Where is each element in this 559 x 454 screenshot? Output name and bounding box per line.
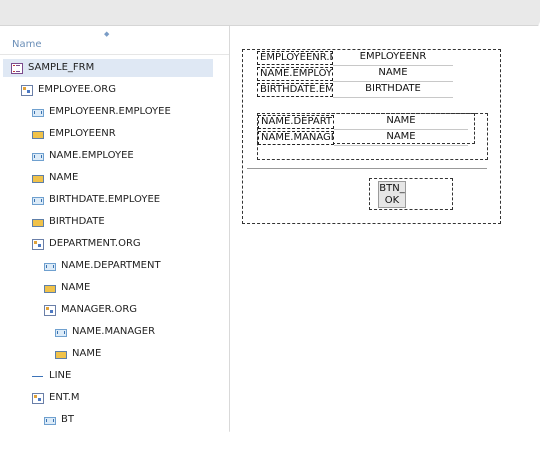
sort-arrow-icon: ◆ — [104, 30, 110, 38]
label-icon — [32, 109, 44, 117]
title-bar — [0, 0, 540, 26]
tree-item-label: NAME — [72, 348, 102, 359]
field-icon — [44, 285, 56, 293]
tree-item-label: EMPLOYEE.ORG — [38, 84, 117, 95]
tree-item-ent-m[interactable]: ENT.M — [0, 389, 229, 407]
tree-item-employeenr-employee[interactable]: EMPLOYEENR.EMPLOYEE — [0, 103, 229, 121]
tree-item-line[interactable]: LINE — [0, 367, 229, 385]
label-icon — [44, 263, 56, 271]
name-department-label-control[interactable]: NAME.DEPARTI — [258, 115, 334, 129]
org-icon — [21, 85, 33, 96]
tree-item-name-department[interactable]: NAME.DEPARTMENT — [0, 257, 229, 275]
label-icon — [32, 197, 44, 205]
tree-item-birthdate-employee[interactable]: BIRTHDATE.EMPLOYEE — [0, 191, 229, 209]
tree-item-label: DEPARTMENT.ORG — [49, 238, 141, 249]
tree-item-bt[interactable]: BT — [0, 411, 229, 429]
tree-item-label: BT — [61, 414, 74, 425]
object-tree-pane: Name ◆ SAMPLE_FRM EMPLOYEE.ORG EMPLOYEEN… — [0, 26, 230, 434]
name-manager-label-control[interactable]: NAME.MANAGE — [258, 131, 334, 145]
name-column-header[interactable]: Name ◆ — [0, 26, 229, 55]
field-icon — [32, 219, 44, 227]
tree-item-name-employee[interactable]: NAME.EMPLOYEE — [0, 147, 229, 165]
tree-item-sample-frm[interactable]: SAMPLE_FRM — [3, 59, 213, 77]
tree-item-name[interactable]: NAME — [0, 345, 229, 363]
tree-item-label: NAME — [61, 282, 91, 293]
label-icon — [44, 417, 56, 425]
tree-item-label: MANAGER.ORG — [61, 304, 138, 315]
label-icon — [55, 329, 67, 337]
tree-item-department-org[interactable]: DEPARTMENT.ORG — [0, 235, 229, 253]
tree-item-label: BIRTHDATE.EMPLOYEE — [49, 194, 161, 205]
org-icon — [32, 239, 44, 250]
tree-item-name[interactable]: NAME — [0, 279, 229, 297]
employeenr-label-control[interactable]: EMPLOYEENR.E — [257, 51, 333, 65]
tree-item-birthdate[interactable]: BIRTHDATE — [0, 213, 229, 231]
form-design-canvas[interactable]: EMPLOYEENR.E EMPLOYEENR NAME.EMPLOY NAME… — [242, 49, 501, 224]
tree-item-label: NAME.DEPARTMENT — [61, 260, 161, 271]
tree-item-employee-org[interactable]: EMPLOYEE.ORG — [0, 81, 229, 99]
tree-item-label: ENT.M — [49, 392, 80, 403]
label-icon — [32, 153, 44, 161]
tree-item-label: NAME — [49, 172, 79, 183]
ent-m-container[interactable]: BTN_ OK — [369, 178, 453, 210]
tree-item-label: NAME.EMPLOYEE — [49, 150, 134, 161]
org-icon — [32, 393, 44, 404]
line-icon — [32, 376, 43, 377]
tree-item-employeenr[interactable]: EMPLOYEENR — [0, 125, 229, 143]
ok-button[interactable]: BTN_ OK — [378, 181, 406, 208]
field-icon — [32, 131, 44, 139]
birthdate-field-control[interactable]: BIRTHDATE — [333, 83, 453, 98]
tree-item-label: NAME.MANAGER — [72, 326, 156, 337]
form-icon — [11, 63, 23, 74]
column-header-label: Name — [12, 39, 42, 50]
org-icon — [44, 305, 56, 316]
tree-item-label: LINE — [49, 370, 72, 381]
name-employee-field-control[interactable]: NAME — [333, 67, 453, 82]
name-department-field-control[interactable]: NAME — [334, 115, 468, 130]
tree-item-manager-org[interactable]: MANAGER.ORG — [0, 301, 229, 319]
tree-item-name-manager[interactable]: NAME.MANAGER — [0, 323, 229, 341]
tree-item-label: EMPLOYEENR.EMPLOYEE — [49, 106, 171, 117]
name-manager-field-control[interactable]: NAME — [334, 131, 468, 146]
line-control[interactable] — [247, 168, 487, 169]
name-employee-label-control[interactable]: NAME.EMPLOY — [257, 67, 333, 81]
field-icon — [32, 175, 44, 183]
birthdate-label-control[interactable]: BIRTHDATE.EM — [257, 83, 333, 97]
tree-item-label: EMPLOYEENR — [49, 128, 116, 139]
tree-item-label: BIRTHDATE — [49, 216, 105, 227]
field-icon — [55, 351, 67, 359]
application-window: Name ◆ SAMPLE_FRM EMPLOYEE.ORG EMPLOYEEN… — [0, 0, 540, 434]
department-subform[interactable]: NAME.DEPARTI NAME NAME.MANAGE NAME — [257, 113, 488, 160]
tree-item-label: SAMPLE_FRM — [28, 62, 95, 73]
tree-item-name[interactable]: NAME — [0, 169, 229, 187]
employeenr-field-control[interactable]: EMPLOYEENR — [333, 51, 453, 66]
